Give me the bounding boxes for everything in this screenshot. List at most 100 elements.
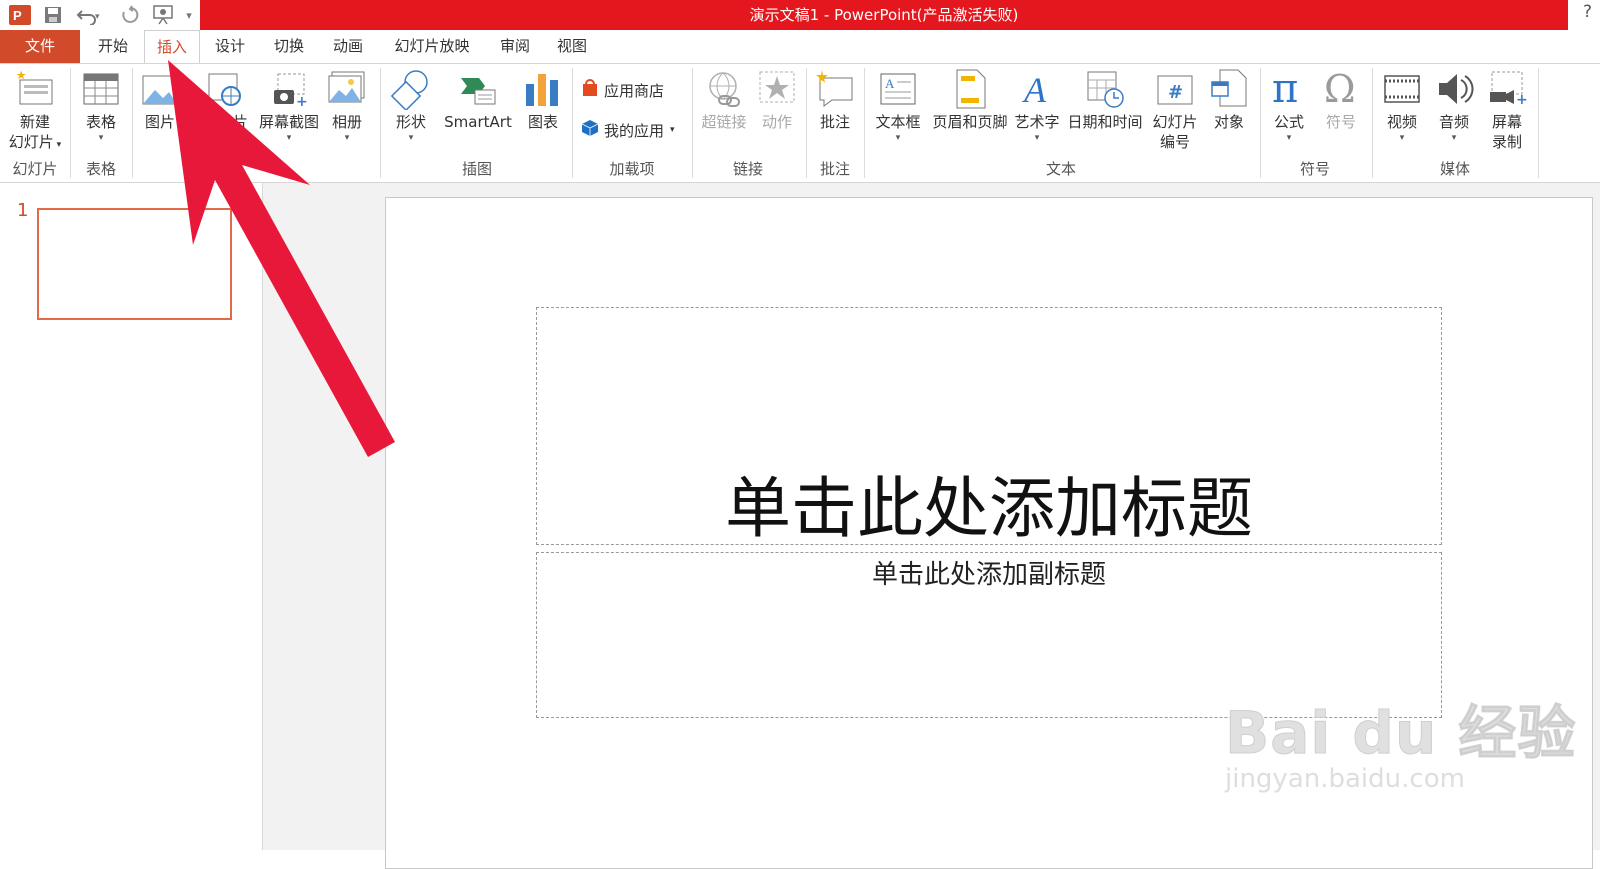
- wordart-button[interactable]: A 艺术字 ▾: [1010, 68, 1064, 144]
- title-placeholder-text[interactable]: 单击此处添加标题: [536, 455, 1442, 551]
- ribbon-insert: 新建 幻灯片 ▾ 幻灯片 表格 ▾ 表格 图片 片 + 屏幕截图 ▾ 相册 ▾ …: [0, 63, 1600, 183]
- date-time-icon: [1084, 68, 1126, 110]
- header-footer-button[interactable]: 页眉和页脚: [928, 68, 1012, 132]
- video-button[interactable]: 视频 ▾: [1378, 68, 1426, 144]
- group-separator: [70, 68, 71, 178]
- action-button[interactable]: 动作: [754, 68, 800, 132]
- new-slide-button[interactable]: 新建 幻灯片 ▾: [2, 68, 68, 155]
- redo-icon[interactable]: [118, 3, 142, 27]
- group-label-tables: 表格: [85, 160, 116, 178]
- equation-button[interactable]: π 公式 ▾: [1264, 66, 1314, 144]
- slide-number-icon: #: [1154, 68, 1196, 110]
- online-pictures-icon: [203, 68, 245, 110]
- start-slideshow-icon[interactable]: [150, 3, 178, 27]
- svg-text:A: A: [1022, 70, 1047, 110]
- group-separator: [1260, 68, 1261, 178]
- audio-button[interactable]: 音频 ▾: [1430, 68, 1478, 144]
- office-store-button[interactable]: 应用商店: [580, 78, 664, 102]
- group-separator: [380, 68, 381, 178]
- group-separator: [132, 68, 133, 178]
- baidu-watermark: Bai du 经验 jingyan.baidu.com: [1224, 686, 1577, 795]
- object-icon: [1208, 68, 1250, 110]
- svg-text:A: A: [885, 76, 895, 91]
- slide-number-button[interactable]: # 幻灯片 编号: [1146, 68, 1204, 152]
- speaker-icon: [1433, 68, 1475, 110]
- subtitle-placeholder-text[interactable]: 单击此处添加副标题: [536, 554, 1442, 591]
- table-button[interactable]: 表格 ▾: [74, 68, 128, 144]
- svg-text:+: +: [296, 94, 308, 110]
- window-title: 演示文稿1 - PowerPoint(产品激活失败): [749, 6, 1019, 24]
- tab-design[interactable]: 设计: [204, 30, 256, 63]
- online-pictures-button[interactable]: 片: [196, 68, 252, 132]
- title-bar: 演示文稿1 - PowerPoint(产品激活失败) P ▾ ▾ ?: [0, 0, 1600, 30]
- table-icon: [80, 68, 122, 110]
- screen-recording-icon: +: [1486, 68, 1528, 110]
- equation-icon: π: [1268, 66, 1310, 112]
- new-slide-label-2: 幻灯片 ▾: [8, 133, 62, 151]
- help-button[interactable]: ?: [1583, 2, 1592, 22]
- screenshot-button[interactable]: + 屏幕截图 ▾: [256, 68, 322, 144]
- group-label-links: 链接: [732, 160, 763, 178]
- group-label-symbols: 符号: [1299, 160, 1330, 178]
- my-apps-icon: [580, 118, 600, 142]
- tab-transitions[interactable]: 切换: [262, 30, 316, 63]
- chart-icon: [522, 68, 564, 110]
- symbol-button[interactable]: Ω 符号: [1316, 67, 1366, 132]
- powerpoint-app-icon[interactable]: P: [6, 3, 34, 27]
- undo-icon[interactable]: ▾: [74, 3, 104, 27]
- watermark-brand: Bai du 经验: [1224, 699, 1577, 768]
- header-footer-icon: [949, 68, 991, 110]
- tab-file[interactable]: 文件: [0, 30, 80, 63]
- screenshot-icon: +: [268, 68, 310, 110]
- svg-text:π: π: [1272, 68, 1298, 110]
- textbox-icon: A: [877, 68, 919, 110]
- tab-insert[interactable]: 插入: [144, 30, 200, 63]
- picture-button[interactable]: 图片: [138, 68, 182, 132]
- omega-icon: Ω: [1320, 67, 1362, 111]
- tab-review[interactable]: 审阅: [490, 30, 540, 63]
- group-separator: [864, 68, 865, 178]
- svg-text:Ω: Ω: [1324, 68, 1356, 110]
- date-time-button[interactable]: 日期和时间: [1064, 68, 1146, 132]
- svg-text:▾: ▾: [95, 12, 100, 22]
- hyperlink-button[interactable]: 超链接: [696, 68, 752, 132]
- tab-home[interactable]: 开始: [86, 30, 140, 63]
- shapes-button[interactable]: 形状 ▾: [386, 68, 436, 144]
- group-separator: [806, 68, 807, 178]
- customize-qat-button[interactable]: ▾: [182, 3, 196, 27]
- screen-recording-button[interactable]: + 屏幕 录制: [1482, 68, 1532, 152]
- action-icon: [756, 68, 798, 110]
- comment-icon: [814, 68, 856, 110]
- my-apps-button[interactable]: 我的应用 ▾: [580, 118, 675, 142]
- group-label-illustrations: 插图: [461, 160, 492, 178]
- group-label-slides: 幻灯片: [12, 160, 58, 178]
- photo-album-button[interactable]: 相册 ▾: [322, 68, 372, 144]
- group-separator: [692, 68, 693, 178]
- hyperlink-icon: [703, 68, 745, 110]
- svg-text:#: #: [1168, 82, 1183, 103]
- save-icon[interactable]: [40, 3, 66, 27]
- group-label-comments: 批注: [819, 160, 850, 178]
- group-separator: [572, 68, 573, 178]
- comment-button[interactable]: 批注: [810, 68, 860, 132]
- svg-text:+: +: [1516, 92, 1528, 108]
- group-label-text: 文本: [1045, 160, 1076, 178]
- smartart-button[interactable]: SmartArt: [440, 68, 516, 132]
- store-icon: [580, 78, 600, 102]
- picture-icon: [139, 68, 181, 110]
- shapes-icon: [390, 68, 432, 112]
- ribbon-tabs: 文件 开始 插入 设计 切换 动画 幻灯片放映 审阅 视图: [0, 30, 1600, 63]
- textbox-button[interactable]: A 文本框 ▾: [868, 68, 928, 144]
- wordart-icon: A: [1016, 68, 1058, 110]
- group-label-media: 媒体: [1439, 160, 1470, 178]
- slide-number-label: 1: [17, 200, 29, 221]
- tab-animations[interactable]: 动画: [322, 30, 374, 63]
- chart-button[interactable]: 图表: [518, 68, 568, 132]
- photo-album-icon: [326, 68, 368, 110]
- svg-text:P: P: [13, 8, 22, 23]
- tab-slideshow[interactable]: 幻灯片放映: [382, 30, 482, 63]
- group-separator: [1538, 68, 1539, 178]
- object-button[interactable]: 对象: [1204, 68, 1254, 132]
- slide-thumbnail[interactable]: [37, 208, 232, 320]
- tab-view[interactable]: 视图: [546, 30, 598, 63]
